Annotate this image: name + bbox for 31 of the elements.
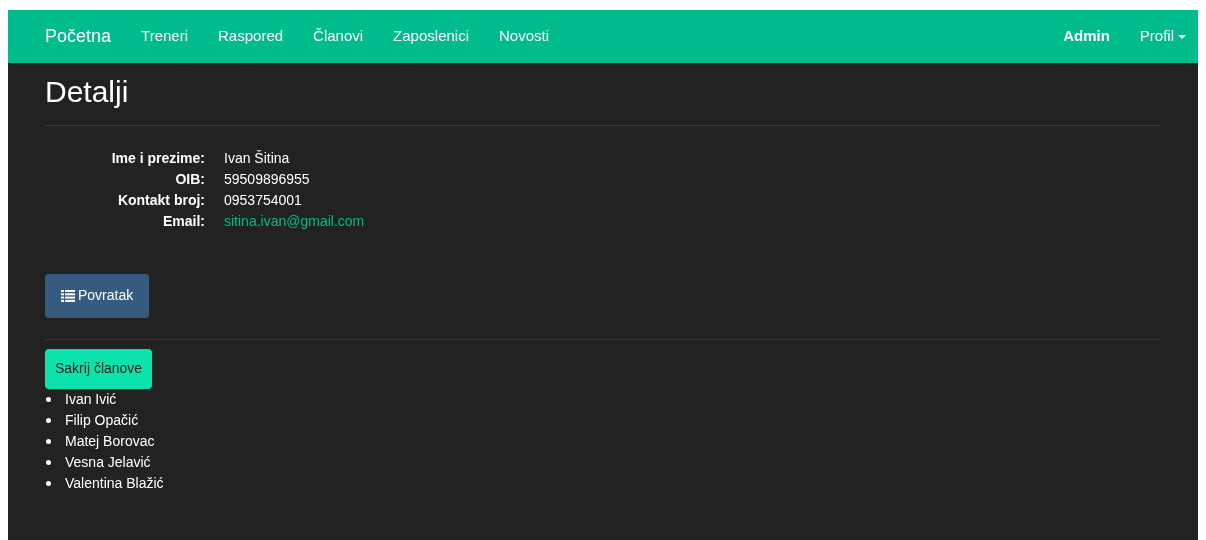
member-name: Ivan Ivić xyxy=(65,389,117,409)
user-name: Admin xyxy=(1063,26,1110,47)
member-name: Valentina Blažić xyxy=(65,473,164,493)
nav-link[interactable]: Članovi xyxy=(298,25,379,48)
page-title: Detalji xyxy=(45,74,130,110)
brand-link[interactable]: Početna xyxy=(45,23,112,50)
nav-link[interactable]: Zaposlenici xyxy=(378,25,484,48)
detail-value: Ivan Šitina xyxy=(224,148,291,168)
nav-link[interactable]: Treneri xyxy=(126,25,204,48)
list-icon xyxy=(61,289,75,302)
back-button[interactable]: Povratak xyxy=(45,273,150,318)
bullet-icon xyxy=(46,459,51,465)
detail-value: 0953754001 xyxy=(224,190,303,210)
detail-value: 59509896955 xyxy=(224,169,311,189)
member-name: Filip Opačić xyxy=(65,410,139,430)
profile-dropdown[interactable]: Profil xyxy=(1139,25,1186,48)
detail-label: Ime i prezime: xyxy=(110,148,205,168)
detail-label: Kontakt broj: xyxy=(116,190,205,210)
bullet-icon xyxy=(46,480,51,486)
bullet-icon xyxy=(46,438,51,444)
member-name: Matej Borovac xyxy=(65,431,155,451)
hide-members-button[interactable]: Sakrij članove xyxy=(45,348,153,389)
bullet-icon xyxy=(46,396,51,402)
detail-label: Email: xyxy=(162,211,205,231)
nav-link[interactable]: Raspored xyxy=(203,25,299,48)
bullet-icon xyxy=(46,417,51,423)
caret-icon xyxy=(1178,34,1186,39)
email-link[interactable]: sitina.ivan@gmail.com xyxy=(224,210,365,232)
detail-label: OIB: xyxy=(174,169,205,189)
nav-link[interactable]: Novosti xyxy=(484,25,564,48)
member-name: Vesna Jelavić xyxy=(65,452,151,472)
